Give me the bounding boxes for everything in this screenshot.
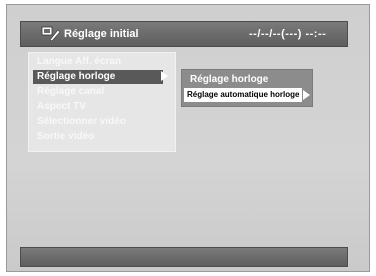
submenu-item-auto-clock[interactable]: Réglage automatique horloge — [184, 88, 303, 102]
menu-arrow-right-icon — [161, 71, 168, 81]
footer-bar — [20, 247, 348, 267]
setup-menu: Langue Aff. écran Réglage horloge Réglag… — [28, 52, 176, 152]
setup-tools-icon — [41, 26, 61, 42]
header-bar: Réglage initial --/--/--(---) --:-- — [20, 21, 348, 47]
menu-item-reglage-canal[interactable]: Réglage canal — [33, 85, 163, 99]
menu-item-sortie-video[interactable]: Sortie vidéo — [33, 130, 163, 144]
menu-item-reglage-horloge[interactable]: Réglage horloge — [33, 70, 163, 84]
submenu-title: Réglage horloge — [190, 74, 269, 85]
menu-item-selectionner-video[interactable]: Sélectionner vidéo — [33, 115, 163, 129]
submenu-panel: Réglage horloge Réglage automatique horl… — [181, 69, 313, 107]
menu-item-aspect-tv[interactable]: Aspect TV — [33, 100, 163, 114]
submenu-arrow-right-icon — [303, 90, 310, 100]
menu-item-langue[interactable]: Langue Aff. écran — [33, 55, 163, 69]
page-title: Réglage initial — [64, 28, 139, 40]
clock-display: --/--/--(---) --:-- — [249, 28, 327, 40]
